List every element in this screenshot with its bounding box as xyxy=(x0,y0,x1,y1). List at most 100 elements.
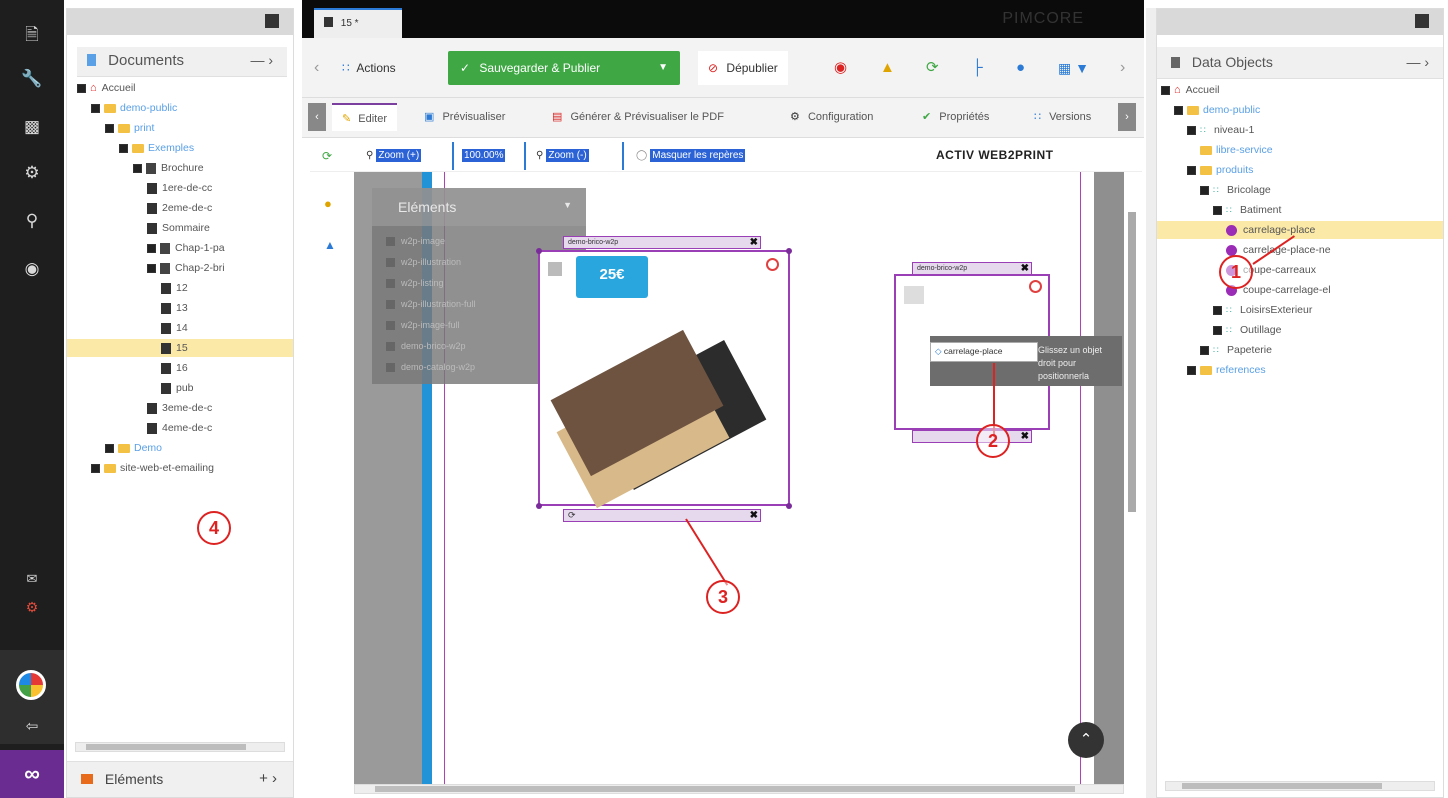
close-icon[interactable]: ✖ xyxy=(1021,263,1029,274)
resize-handle[interactable] xyxy=(786,248,792,254)
refresh-icon[interactable]: ⟳ xyxy=(322,149,332,163)
tree-item[interactable]: carrelage-place-ne xyxy=(1157,241,1443,259)
logout-icon[interactable]: ⇦ xyxy=(20,716,44,738)
tree-item[interactable]: 1ere-de-cc xyxy=(67,179,293,197)
expand-toggle-icon[interactable] xyxy=(1187,165,1196,175)
tree-item[interactable]: references xyxy=(1157,361,1443,379)
drag-handle-icon[interactable] xyxy=(548,262,562,276)
tree-item[interactable]: coupe-carreaux xyxy=(1157,261,1443,279)
resize-handle[interactable] xyxy=(536,503,542,509)
element-brick-item[interactable]: demo-catalog-w2p xyxy=(386,358,475,376)
delete-icon[interactable]: ◉ xyxy=(834,51,847,85)
tree-item[interactable]: 14 xyxy=(67,319,293,337)
tree-item[interactable]: ∷ niveau-1 xyxy=(1157,121,1443,139)
element-brick-item[interactable]: w2p-listing xyxy=(386,274,444,292)
wrench-icon[interactable]: 🔧 xyxy=(20,68,44,90)
hide-markers-button[interactable]: ◯ Masquer les repères xyxy=(636,149,746,162)
tree-item[interactable]: coupe-carrelage-el xyxy=(1157,281,1443,299)
panel-tools-icon[interactable]: — › xyxy=(1406,54,1429,70)
collapse-icon[interactable] xyxy=(1415,14,1429,28)
expand-toggle-icon[interactable] xyxy=(1213,305,1222,315)
expand-toggle-icon[interactable] xyxy=(147,243,156,253)
color-wheel-icon[interactable] xyxy=(16,670,46,700)
tree-item[interactable]: ∷ Papeterie xyxy=(1157,341,1443,359)
expand-toggle-icon[interactable] xyxy=(147,263,156,273)
wrapper1-bottom-bar[interactable]: ⟳ ✖ xyxy=(563,509,761,522)
expand-toggle-icon[interactable] xyxy=(105,443,114,453)
subtab-scroll-left[interactable]: ‹ xyxy=(308,103,326,131)
tree-item[interactable]: libre-service xyxy=(1157,141,1443,159)
expand-toggle-icon[interactable] xyxy=(1200,345,1209,355)
chart-icon[interactable]: ▩ xyxy=(20,116,44,138)
tree-item[interactable]: pub xyxy=(67,379,293,397)
tree-item[interactable]: 2eme-de-c xyxy=(67,199,293,217)
documents-scrollbar[interactable] xyxy=(75,742,285,752)
mail-icon[interactable]: ✉ xyxy=(20,568,44,590)
close-icon[interactable]: ✖ xyxy=(750,510,758,521)
tree-item[interactable]: ∷ LoisirsExterieur xyxy=(1157,301,1443,319)
tab-edit[interactable]: ✎ Editer xyxy=(332,103,398,131)
tab-versions[interactable]: ∷ Versions xyxy=(1034,103,1114,131)
document-icon[interactable]: 🗎 xyxy=(20,24,44,46)
element-brick-item[interactable]: w2p-illustration-full xyxy=(386,295,476,313)
tree-item[interactable]: ∷ Batiment xyxy=(1157,201,1443,219)
resize-handle[interactable] xyxy=(536,248,542,254)
wrapper1-top-bar[interactable]: demo-brico-w2p ✖ xyxy=(563,236,761,249)
expand-toggle-icon[interactable] xyxy=(1200,185,1209,195)
zoom-value[interactable]: 100.00% xyxy=(462,149,506,162)
tab-preview[interactable]: ▣ Prévisualiser xyxy=(424,103,505,131)
calendar-icon[interactable]: ▦ ▼ xyxy=(1058,51,1089,85)
elements-footer[interactable]: Eléments + › xyxy=(67,761,293,797)
expand-toggle-icon[interactable] xyxy=(1187,365,1196,375)
tree-item[interactable]: Chap-1-pa xyxy=(67,239,293,257)
dragged-object-item[interactable]: ◇ carrelage-place xyxy=(930,342,1038,362)
expand-toggle-icon[interactable] xyxy=(77,83,86,93)
subtab-scroll-right[interactable]: › xyxy=(1118,103,1136,131)
tree-item[interactable]: Sommaire xyxy=(67,219,293,237)
element-brick-item[interactable]: w2p-illustration xyxy=(386,253,461,271)
refresh-icon[interactable]: ⟳ xyxy=(568,510,576,520)
element-brick-item[interactable]: w2p-image xyxy=(386,232,445,250)
add-icon[interactable]: + › xyxy=(259,770,277,787)
expand-toggle-icon[interactable] xyxy=(1174,105,1183,115)
expand-toggle-icon[interactable] xyxy=(1161,85,1170,95)
element-brick-item[interactable]: demo-brico-w2p xyxy=(386,337,466,355)
unpublish-button[interactable]: ⊘ Dépublier xyxy=(698,51,788,85)
tab-properties[interactable]: ✔ Propriétés xyxy=(922,103,989,131)
remove-icon[interactable] xyxy=(1029,280,1042,293)
elements-palette-header[interactable]: Eléments ▼ xyxy=(372,188,586,226)
expand-toggle-icon[interactable] xyxy=(133,163,142,173)
tree-item[interactable]: 4eme-de-c xyxy=(67,419,293,437)
expand-toggle-icon[interactable] xyxy=(105,123,114,133)
tree-item[interactable]: Exemples xyxy=(67,139,293,157)
expand-toggle-icon[interactable] xyxy=(1213,325,1222,335)
bulb-icon[interactable]: ▲ xyxy=(880,51,895,85)
tab-document-15[interactable]: 15 * xyxy=(314,8,402,38)
tree-item[interactable]: demo-public xyxy=(1157,101,1443,119)
wrapper2-bottom-bar[interactable]: ✖ xyxy=(912,430,1032,443)
tree-item[interactable]: ⌂ Accueil xyxy=(67,79,293,97)
prev-arrow-icon[interactable]: ‹ xyxy=(314,51,319,85)
tree-item[interactable]: Chap-2-bri xyxy=(67,259,293,277)
next-arrow-icon[interactable]: › xyxy=(1120,51,1125,85)
info-icon[interactable]: ● xyxy=(1016,51,1025,85)
expand-toggle-icon[interactable] xyxy=(91,463,100,473)
remove-icon[interactable] xyxy=(766,258,779,271)
chevron-down-icon[interactable]: ▼ xyxy=(563,200,572,210)
tree-item[interactable]: Demo xyxy=(67,439,293,457)
zoom-out-button[interactable]: ⚲ Zoom (-) xyxy=(536,149,589,162)
tab-generate-pdf[interactable]: ▤ Générer & Prévisualiser le PDF xyxy=(552,103,724,131)
expand-toggle-icon[interactable] xyxy=(1187,125,1196,135)
expand-toggle-icon[interactable] xyxy=(1213,205,1222,215)
canvas-hscroll[interactable] xyxy=(354,784,1124,794)
tree-item[interactable]: Brochure xyxy=(67,159,293,177)
reload-icon[interactable]: ⟳ xyxy=(926,51,939,85)
panel-tools-icon[interactable]: — › xyxy=(250,52,273,68)
error-log-icon[interactable]: ⚙ xyxy=(20,596,44,618)
actions-button[interactable]: ∷ Actions xyxy=(342,51,396,85)
tree-item[interactable]: print xyxy=(67,119,293,137)
tree-item[interactable]: ∷ Outillage xyxy=(1157,321,1443,339)
tree-item[interactable]: 13 xyxy=(67,299,293,317)
scroll-top-button[interactable]: ⌃ xyxy=(1068,722,1104,758)
close-icon[interactable]: ✖ xyxy=(1021,431,1029,442)
